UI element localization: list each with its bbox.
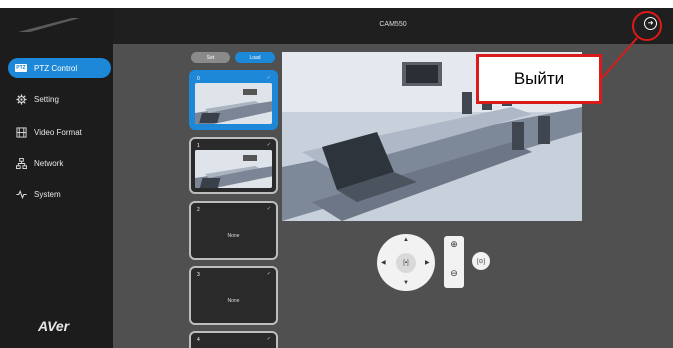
annotation-callout: Выйти [476, 54, 602, 104]
app-window: PTZ PTZ Control Setting Video Format Net… [0, 0, 673, 348]
annotation-line [601, 37, 638, 79]
